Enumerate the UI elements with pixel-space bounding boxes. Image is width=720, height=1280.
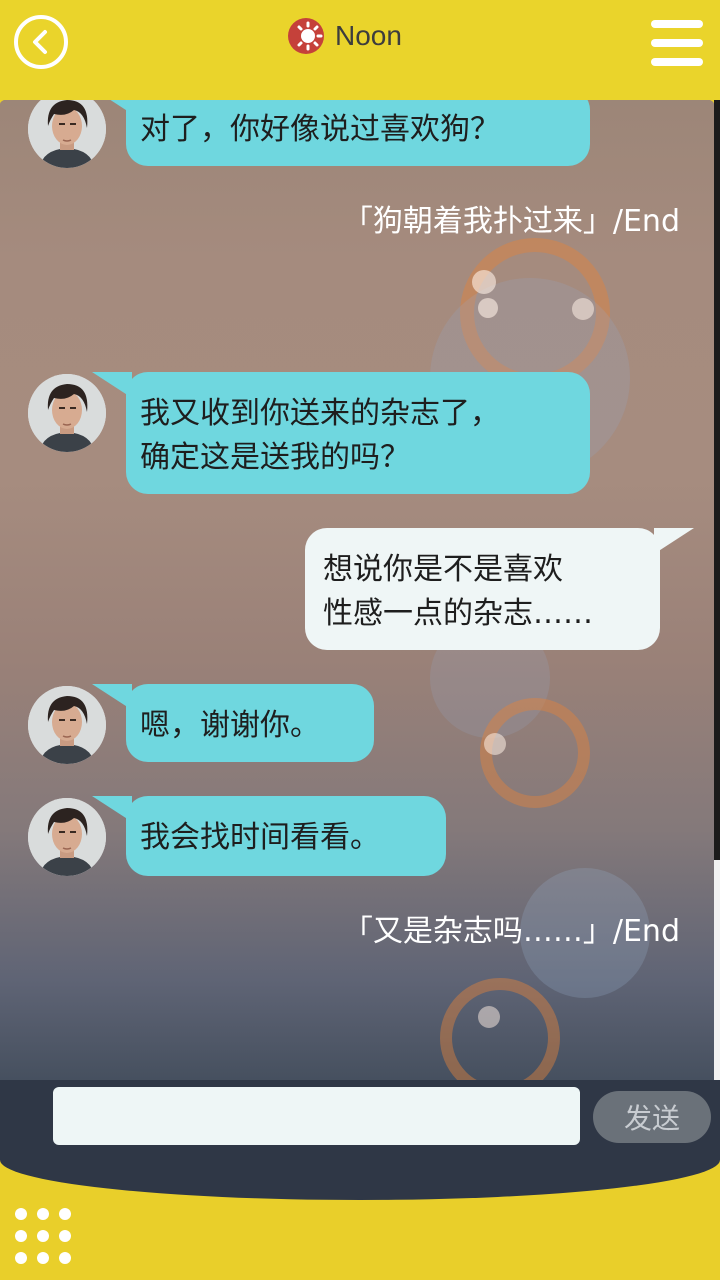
- bubble-tail: [92, 372, 132, 398]
- grid-icon-dot: [37, 1252, 49, 1264]
- menu-icon-bar: [651, 58, 703, 66]
- scrollbar-thumb[interactable]: [714, 100, 720, 860]
- message-line: 确定这是送我的吗？: [140, 440, 410, 475]
- bokeh-light: [472, 270, 496, 294]
- grid-menu-button[interactable]: [15, 1208, 71, 1264]
- bokeh-light: [484, 733, 506, 755]
- menu-icon: [651, 20, 703, 28]
- bokeh-light: [478, 1006, 500, 1028]
- message-input[interactable]: [53, 1087, 580, 1145]
- grid-icon-dot: [15, 1230, 27, 1242]
- message-line: 想说你是不是喜欢: [323, 552, 563, 587]
- grid-icon-dot: [59, 1208, 71, 1220]
- input-bar: 发送: [0, 1080, 720, 1200]
- time-label: Noon: [335, 20, 402, 51]
- message-text: 嗯，谢谢你。: [140, 708, 320, 743]
- bokeh-light: [572, 298, 594, 320]
- message-bubble-received: 嗯，谢谢你。: [92, 684, 374, 762]
- scrollbar-track[interactable]: [714, 860, 720, 1080]
- chat-area[interactable]: 对了，你好像说过喜欢狗？ 「狗朝着我扑过来」/End 我又收到你送来的杂志了， …: [0, 78, 714, 1080]
- grid-icon-dot: [15, 1252, 27, 1264]
- choice-result: 「狗朝着我扑过来」/End: [342, 204, 680, 239]
- time-of-day: Noon: [287, 16, 402, 56]
- menu-icon-bar: [651, 39, 703, 47]
- bubble-tail: [654, 528, 694, 554]
- sun-icon: [288, 18, 324, 54]
- menu-button[interactable]: [651, 20, 703, 66]
- grid-icon-dot: [37, 1208, 49, 1220]
- bubble-tail: [92, 796, 132, 822]
- choice-result: 「又是杂志吗……」/End: [342, 914, 680, 949]
- message-line: 我又收到你送来的杂志了，: [140, 396, 500, 431]
- bokeh-light: [440, 978, 560, 1080]
- back-button[interactable]: [14, 15, 68, 69]
- top-bar: Noon: [0, 0, 720, 100]
- message-bubble-received: 我又收到你送来的杂志了， 确定这是送我的吗？: [92, 372, 590, 494]
- message-text: 对了，你好像说过喜欢狗？: [140, 112, 500, 147]
- message-text: 我会找时间看看。: [140, 820, 380, 855]
- grid-icon-dot: [59, 1230, 71, 1242]
- grid-icon-dot: [59, 1252, 71, 1264]
- grid-icon-dot: [37, 1230, 49, 1242]
- message-line: 性感一点的杂志……: [323, 596, 593, 631]
- send-button[interactable]: 发送: [593, 1091, 711, 1143]
- chevron-left-icon: [33, 30, 47, 54]
- message-bubble-sent: 想说你是不是喜欢 性感一点的杂志……: [305, 528, 694, 650]
- grid-icon: [15, 1208, 27, 1220]
- message-bubble-received: 我会找时间看看。: [92, 796, 446, 876]
- bubble-tail: [92, 684, 132, 710]
- bokeh-light: [478, 298, 498, 318]
